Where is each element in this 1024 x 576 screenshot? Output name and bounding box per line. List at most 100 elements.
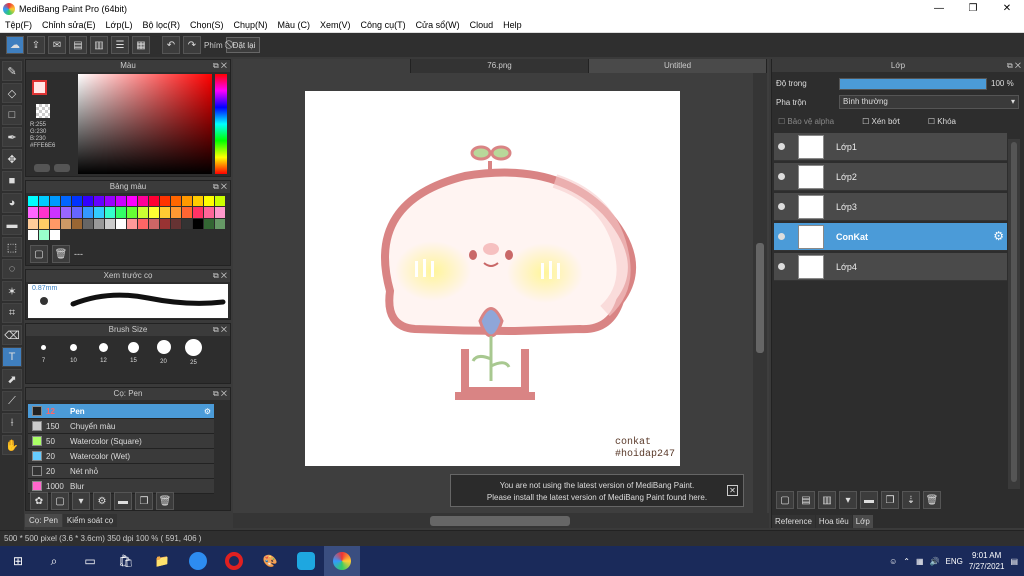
file-explorer-icon[interactable]: 📁 <box>144 546 180 576</box>
brush-size-option[interactable]: 12 <box>90 338 117 368</box>
layer-visibility-icon[interactable] <box>778 203 785 210</box>
gear-icon[interactable]: ⚙ <box>993 229 1004 243</box>
menu-file[interactable]: Tệp(F) <box>0 20 37 30</box>
undo-icon[interactable]: ↶ <box>162 36 180 54</box>
redo-icon[interactable]: ↷ <box>183 36 201 54</box>
brush-copy-icon[interactable]: ❐ <box>135 492 153 510</box>
layer-visibility-icon[interactable] <box>778 263 785 270</box>
hue-slider[interactable] <box>215 74 227 174</box>
tab-76-png[interactable]: 76.png <box>411 59 589 73</box>
menu-help[interactable]: Help <box>498 20 527 30</box>
menu-color[interactable]: Màu (C) <box>273 20 316 30</box>
duplicate-layer-icon[interactable]: ❐ <box>881 491 899 509</box>
menu-snap[interactable]: Chụp(N) <box>229 20 273 30</box>
brush-tool-icon[interactable]: ✎ <box>2 61 22 81</box>
brush-size-option[interactable]: 10 <box>60 338 87 368</box>
delete-layer-icon[interactable]: 🗑 <box>923 491 941 509</box>
brush-list-item[interactable]: 20 Nét nhỏ <box>28 464 214 479</box>
blend-mode-select[interactable]: Bình thường ▾ <box>839 95 1019 109</box>
palette-swatches[interactable] <box>28 196 225 240</box>
tab-reference[interactable]: Reference <box>772 515 815 528</box>
brush-list-item[interactable]: 50 Watercolor (Square) <box>28 434 214 449</box>
clock[interactable]: 9:01 AM 7/27/2021 <box>969 550 1005 572</box>
eraser-tool-icon[interactable]: ◇ <box>2 83 22 103</box>
add-brush-icon[interactable]: ✿ <box>30 492 48 510</box>
brush-settings-icon[interactable]: ⚙ <box>93 492 111 510</box>
rectangle-tool-icon[interactable]: □ <box>2 105 22 125</box>
drawing-canvas[interactable]: conkat #hoidap247 <box>305 91 680 466</box>
search-icon[interactable]: ⌕ <box>36 546 72 576</box>
doc-icon[interactable]: ▤ <box>69 36 87 54</box>
tab-navigator[interactable]: Hoa tiêu <box>815 515 852 528</box>
menu-select[interactable]: Chọn(S) <box>185 20 229 30</box>
brush-folder-icon[interactable]: ▬ <box>114 492 132 510</box>
horizontal-scrollbar[interactable] <box>233 513 769 528</box>
color-mode-buttons[interactable] <box>34 164 70 172</box>
select-pen-tool-icon[interactable]: ⌗ <box>2 303 22 323</box>
layer-row[interactable]: Lớp2 <box>774 163 1007 191</box>
layer-menu-icon[interactable]: ▾ <box>839 491 857 509</box>
vertical-scrollbar[interactable] <box>753 73 767 513</box>
brush-size-option[interactable]: 25 <box>180 338 207 368</box>
panel-close-icon[interactable]: ⧉ ✕ <box>1007 59 1021 72</box>
tab-brush[interactable]: Cọ: Pen <box>25 514 62 527</box>
eyedropper-tool-icon[interactable]: ⟊ <box>2 413 22 433</box>
layer-visibility-icon[interactable] <box>778 173 785 180</box>
move-tool-icon[interactable]: ✥ <box>2 149 22 169</box>
panel-close-icon[interactable]: ⧉ ✕ <box>213 60 227 72</box>
clipping-checkbox[interactable]: ☐ Xén bớt <box>862 117 900 126</box>
new-palette-icon[interactable]: ▢ <box>30 245 48 263</box>
delete-palette-icon[interactable]: 🗑 <box>52 245 70 263</box>
brush-size-option[interactable]: 7 <box>30 338 57 368</box>
fill-rect-tool-icon[interactable]: ■ <box>2 171 22 191</box>
lasso-tool-icon[interactable]: ◌ <box>2 259 22 279</box>
protect-alpha-checkbox[interactable]: ☐ Bảo vệ alpha <box>778 117 834 126</box>
grid-icon[interactable]: ▦ <box>132 36 150 54</box>
minimize-button[interactable]: — <box>922 0 956 17</box>
menu-edit[interactable]: Chỉnh sửa(E) <box>37 20 101 30</box>
menu-window[interactable]: Cửa sổ(W) <box>411 20 465 30</box>
reset-button[interactable]: ⃠Đặt lại <box>225 37 261 53</box>
layer-row[interactable]: ConKat ⚙ <box>774 223 1007 251</box>
opera-icon[interactable] <box>216 546 252 576</box>
magic-wand-tool-icon[interactable]: ✶ <box>2 281 22 301</box>
menu-view[interactable]: Xem(V) <box>315 20 356 30</box>
brush-delete-icon[interactable]: 🗑 <box>156 492 174 510</box>
menu-tools[interactable]: Công cụ(T) <box>356 20 411 30</box>
lock-checkbox[interactable]: ☐ Khóa <box>928 117 956 126</box>
pen-tool-icon[interactable]: ✒ <box>2 127 22 147</box>
text-tool-icon[interactable]: T <box>2 347 22 367</box>
secondary-color-swatch[interactable] <box>36 104 50 118</box>
layer-visibility-icon[interactable] <box>778 143 785 150</box>
notification-close-icon[interactable]: ✕ <box>727 485 738 496</box>
new-brush-icon[interactable]: ▢ <box>51 492 69 510</box>
merge-layer-icon[interactable]: ⇣ <box>902 491 920 509</box>
task-view-icon[interactable]: ▭ <box>72 546 108 576</box>
layer-row[interactable]: Lớp1 <box>774 133 1007 161</box>
layer-folder-icon[interactable]: ▬ <box>860 491 878 509</box>
new-layer-1bit-icon[interactable]: ▥ <box>818 491 836 509</box>
new-layer-8bit-icon[interactable]: ▤ <box>797 491 815 509</box>
hand-tool-icon[interactable]: ✋ <box>2 435 22 455</box>
page-icon[interactable]: ▥ <box>90 36 108 54</box>
close-button[interactable]: ✕ <box>990 0 1024 17</box>
panel-close-icon[interactable]: ⧉ ✕ <box>213 181 227 193</box>
panel-close-icon[interactable]: ⧉ ✕ <box>213 388 227 400</box>
layer-visibility-icon[interactable] <box>778 233 785 240</box>
brush-list-item[interactable]: 20 Watercolor (Wet) <box>28 449 214 464</box>
store-icon[interactable]: 🛍 <box>108 546 144 576</box>
brush-list-item[interactable]: 12 Pen ⚙ <box>28 404 214 419</box>
new-layer-icon[interactable]: ▢ <box>776 491 794 509</box>
comment-icon[interactable]: ✉ <box>48 36 66 54</box>
select-eraser-tool-icon[interactable]: ⌫ <box>2 325 22 345</box>
menu-filter[interactable]: Bộ lọc(R) <box>137 20 185 30</box>
tab-untitled[interactable]: Untitled <box>589 59 767 73</box>
people-icon[interactable]: ☺ <box>889 557 897 566</box>
brush-menu-icon[interactable]: ▾ <box>72 492 90 510</box>
tab-layer[interactable]: Lớp <box>852 515 873 528</box>
layer-row[interactable]: Lớp4 <box>774 253 1007 281</box>
bucket-tool-icon[interactable]: ◕ <box>2 193 22 213</box>
notification-center-icon[interactable]: ▤ <box>1010 557 1018 566</box>
gear-icon[interactable]: ⚙ <box>204 407 211 416</box>
chevron-up-icon[interactable]: ⌃ <box>903 557 910 566</box>
